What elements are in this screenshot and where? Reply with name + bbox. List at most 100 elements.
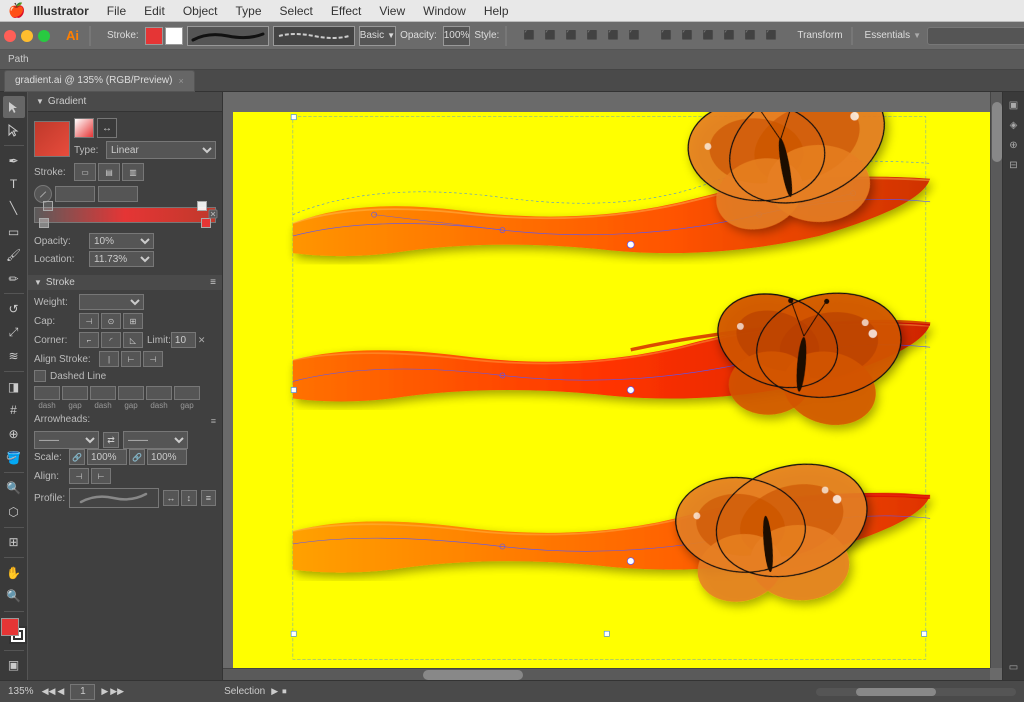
- vertical-scrollbar-thumb[interactable]: [992, 102, 1002, 162]
- eyedropper-tool[interactable]: 🔍: [3, 477, 25, 499]
- menu-edit[interactable]: Edit: [136, 2, 173, 20]
- dash-style-box[interactable]: [273, 26, 355, 46]
- stroke-profile-select[interactable]: Basic ▼: [359, 26, 396, 46]
- gap-input-2[interactable]: [118, 386, 144, 400]
- dash-input-1[interactable]: [34, 386, 60, 400]
- limit-input[interactable]: 10: [171, 332, 196, 348]
- scale-link-icon[interactable]: 🔗: [69, 449, 85, 465]
- right-tool-3[interactable]: ⊕: [1005, 136, 1023, 154]
- apple-menu[interactable]: 🍎: [8, 2, 25, 19]
- zoom-tool[interactable]: 🔍: [3, 586, 25, 608]
- align-inside-btn[interactable]: ⊢: [121, 351, 141, 367]
- pencil-tool[interactable]: ✏: [3, 268, 25, 290]
- arrowhead-end-select[interactable]: ——: [123, 431, 188, 449]
- scale-tool[interactable]: ⤢: [3, 322, 25, 344]
- gradient-aspect-input[interactable]: [98, 186, 138, 202]
- stroke-style-box[interactable]: [187, 26, 269, 46]
- menu-object[interactable]: Object: [175, 2, 226, 20]
- scale-link2-icon[interactable]: 🔗: [129, 449, 145, 465]
- artboard-tool[interactable]: ⊞: [3, 531, 25, 553]
- align-top-button[interactable]: ⬛: [582, 26, 602, 46]
- dist-h2-button[interactable]: ⬛: [698, 26, 718, 46]
- scale-end-input[interactable]: 100%: [147, 449, 187, 465]
- toolbar-mode-button[interactable]: [89, 26, 91, 46]
- search-box[interactable]: [927, 27, 1024, 45]
- style-input[interactable]: [505, 26, 507, 46]
- stop-button[interactable]: ⏹: [282, 686, 287, 697]
- location-panel-select[interactable]: 11.73%: [89, 251, 154, 267]
- hand-tool[interactable]: ✋: [3, 562, 25, 584]
- menu-window[interactable]: Window: [415, 2, 474, 20]
- scale-start-input[interactable]: 100%: [87, 449, 127, 465]
- fullscreen-button[interactable]: [38, 30, 50, 42]
- dist-v-button[interactable]: ⬛: [677, 26, 697, 46]
- menu-file[interactable]: File: [99, 2, 134, 20]
- weight-select[interactable]: [79, 294, 144, 310]
- arrowhead-flip-icon[interactable]: ⇄: [103, 432, 119, 448]
- gradient-bar[interactable]: [34, 207, 216, 223]
- dist-h-button[interactable]: ⬛: [656, 26, 676, 46]
- opacity-input[interactable]: 100%: [443, 26, 471, 46]
- transform-icon[interactable]: [851, 27, 853, 45]
- profile-select[interactable]: [69, 488, 159, 508]
- stroke-panel-menu-icon[interactable]: ≡: [210, 277, 216, 288]
- dist-v2-button[interactable]: ⬛: [719, 26, 739, 46]
- pen-tool[interactable]: ✒: [3, 150, 25, 172]
- dash-input-2[interactable]: [90, 386, 116, 400]
- close-button[interactable]: [4, 30, 16, 42]
- profile-flip-h-button[interactable]: ↔: [163, 490, 179, 506]
- cap-square-button[interactable]: ⊞: [123, 313, 143, 329]
- next-artboard-button[interactable]: ▶▶: [110, 686, 124, 697]
- fill-color-swatch[interactable]: [1, 618, 19, 636]
- gradient-swap-icon[interactable]: [74, 118, 94, 138]
- rect-tool[interactable]: ▭: [3, 221, 25, 243]
- shape-builder-tool[interactable]: ⊕: [3, 423, 25, 445]
- menu-select[interactable]: Select: [272, 2, 321, 20]
- gradient-reverse-icon[interactable]: ↔: [97, 118, 117, 138]
- right-tool-1[interactable]: ▣: [1005, 96, 1023, 114]
- bottom-scroll-thumb[interactable]: [856, 688, 936, 696]
- warp-tool[interactable]: ≋: [3, 346, 25, 368]
- corner-miter-button[interactable]: ⌐: [79, 332, 99, 348]
- menu-type[interactable]: Type: [228, 2, 270, 20]
- profile-flip-v-button[interactable]: ↕: [181, 490, 197, 506]
- right-tool-2[interactable]: ◈: [1005, 116, 1023, 134]
- dashed-line-checkbox[interactable]: [34, 370, 46, 382]
- blend-tool[interactable]: ⬡: [3, 501, 25, 523]
- play-button[interactable]: ▶: [271, 686, 278, 697]
- cap-butt-button[interactable]: ⊣: [79, 313, 99, 329]
- mesh-tool[interactable]: #: [3, 400, 25, 422]
- vertical-scrollbar[interactable]: [990, 92, 1002, 668]
- tab-close-icon[interactable]: ×: [178, 76, 183, 86]
- paintbrush-tool[interactable]: 🖌: [3, 244, 25, 266]
- gradient-opacity-stop-right[interactable]: [197, 201, 207, 211]
- gradient-stop-left[interactable]: [39, 218, 49, 228]
- gradient-tool[interactable]: ◨: [3, 376, 25, 398]
- stroke-btn-1[interactable]: ▭: [74, 163, 96, 181]
- artboard-number-input[interactable]: 1: [70, 684, 95, 700]
- menu-help[interactable]: Help: [476, 2, 517, 20]
- gradient-panel-header[interactable]: ▼ Gradient: [28, 92, 222, 112]
- bottom-scroll-area[interactable]: [816, 688, 1016, 696]
- align-middle-button[interactable]: ⬛: [603, 26, 623, 46]
- corner-bevel-button[interactable]: ◺: [123, 332, 143, 348]
- align-center-button[interactable]: ⬛: [540, 26, 560, 46]
- gap-input-3[interactable]: [174, 386, 200, 400]
- right-tool-bottom[interactable]: ▭: [1005, 658, 1023, 676]
- line-tool[interactable]: ╲: [3, 197, 25, 219]
- prev-button[interactable]: ◀: [57, 686, 64, 697]
- canvas-content[interactable]: [233, 112, 990, 668]
- menu-effect[interactable]: Effect: [323, 2, 369, 20]
- corner-round-button[interactable]: ◜: [101, 332, 121, 348]
- stroke-swatch[interactable]: [165, 27, 183, 45]
- prev-artboard-button[interactable]: ◀◀: [42, 686, 56, 697]
- arrowheads-menu-icon[interactable]: ≡: [211, 416, 216, 426]
- gradient-type-select[interactable]: Linear: [106, 141, 216, 159]
- align-right-button[interactable]: ⬛: [561, 26, 581, 46]
- minimize-button[interactable]: [21, 30, 33, 42]
- align-center-btn[interactable]: |: [99, 351, 119, 367]
- rotate-tool[interactable]: ↺: [3, 298, 25, 320]
- align-opt-1-button[interactable]: ⊣: [69, 468, 89, 484]
- opacity-panel-select[interactable]: 10%: [89, 233, 154, 249]
- document-tab[interactable]: gradient.ai @ 135% (RGB/Preview) ×: [4, 70, 195, 92]
